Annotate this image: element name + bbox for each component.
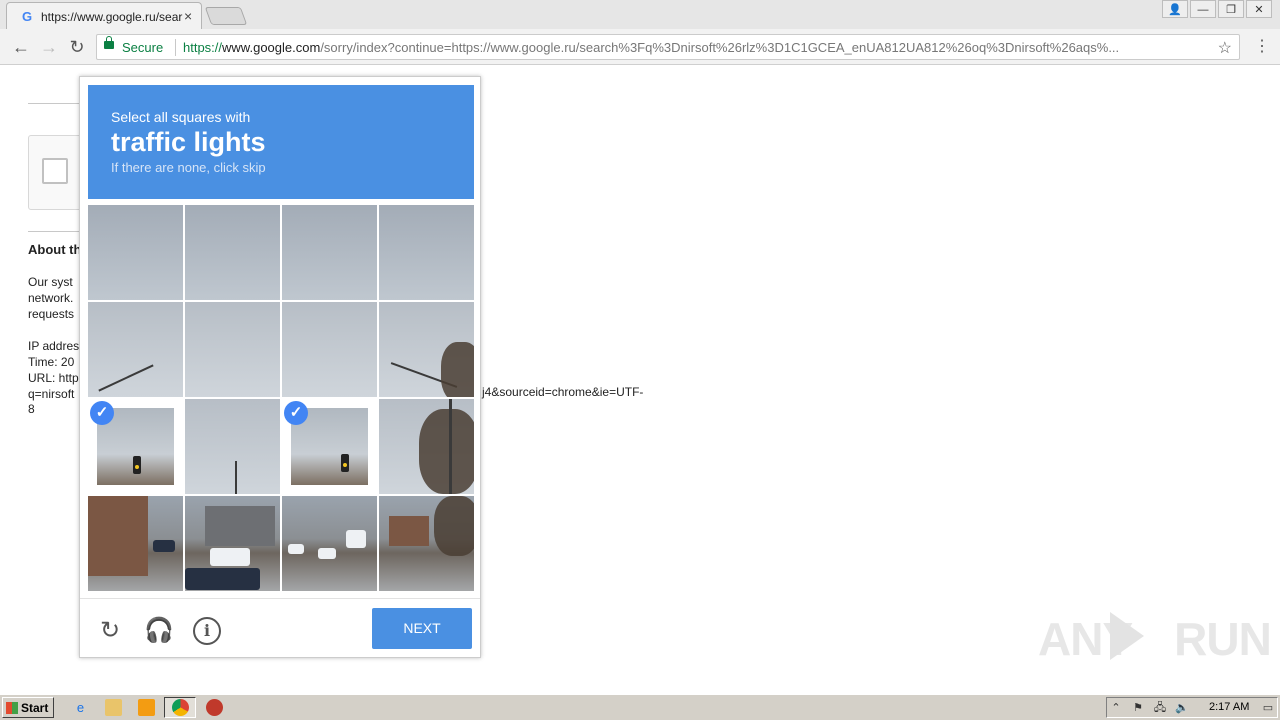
explorer-folder-icon[interactable] [105, 699, 122, 716]
car [185, 568, 260, 590]
streetlight-pole [98, 364, 154, 392]
car [288, 544, 304, 554]
captcha-tile-5[interactable] [88, 302, 183, 397]
captcha-tile-6[interactable] [185, 302, 280, 397]
streetlight-pole [235, 461, 237, 494]
tab-strip: G https://www.google.ru/sear × 👤 — ❐ ✕ [0, 0, 1280, 29]
about-heading: About th [28, 242, 82, 257]
captcha-tile-1[interactable] [88, 205, 183, 300]
start-button[interactable]: Start [2, 697, 54, 718]
forward-button[interactable]: → [38, 36, 60, 58]
captcha-tile-9-selected[interactable]: ✓ [88, 399, 183, 494]
url-tail-text: j4&sourceid=chrome&ie=UTF- [482, 385, 644, 399]
captcha-tile-10[interactable] [185, 399, 280, 494]
tree [434, 496, 474, 556]
show-hidden-icons-icon[interactable]: ⌃ [1109, 701, 1123, 715]
car [153, 540, 175, 552]
url-text[interactable]: https://www.google.com/sorry/index?conti… [183, 40, 1213, 55]
url-tail-end: 8 [28, 402, 35, 416]
url-path: /sorry/index?continue=https://www.google… [320, 40, 1120, 55]
captcha-hint: If there are none, click skip [111, 160, 266, 175]
lock-icon [104, 36, 114, 49]
car [346, 530, 366, 548]
profile-icon[interactable]: 👤 [1162, 0, 1188, 18]
tab-close-icon[interactable]: × [184, 8, 192, 24]
window-controls: 👤 — ❐ ✕ [1162, 0, 1272, 20]
building [88, 496, 148, 576]
pole [449, 399, 452, 494]
captcha-target: traffic lights [111, 127, 266, 157]
tab-title: https://www.google.ru/sear [41, 10, 183, 24]
tree [441, 342, 474, 397]
info-icon[interactable]: i [193, 617, 221, 645]
system-tray: ⌃ ⚑ 🖧 🔈 2:17 AM ▭ [1106, 697, 1278, 718]
building [205, 506, 275, 546]
volume-icon[interactable]: 🔈 [1175, 701, 1189, 715]
captcha-tile-15[interactable] [282, 496, 377, 591]
action-center-flag-icon[interactable]: ⚑ [1131, 701, 1145, 715]
grid-line [183, 205, 185, 591]
browser-menu-icon[interactable]: ⋮ [1254, 36, 1270, 56]
captcha-tile-14[interactable] [185, 496, 280, 591]
restore-button[interactable]: ❐ [1218, 0, 1244, 18]
reload-challenge-icon[interactable]: ↻ [96, 617, 124, 645]
google-favicon-icon: G [22, 9, 33, 24]
browser-toolbar: ← → ↻ Secure https://www.google.com/sorr… [0, 29, 1280, 65]
captcha-tile-4[interactable] [379, 205, 474, 300]
selected-check-icon: ✓ [90, 401, 114, 425]
watermark-right: RUN [1174, 613, 1272, 665]
windows-logo-icon [6, 702, 18, 714]
captcha-tile-3[interactable] [282, 205, 377, 300]
show-desktop-icon[interactable]: ▭ [1261, 701, 1275, 715]
chrome-taskbar-button[interactable] [164, 697, 196, 718]
next-button[interactable]: NEXT [372, 608, 472, 649]
captcha-grid: ✓ ✓ [88, 205, 474, 591]
network-icon[interactable]: 🖧 [1153, 701, 1167, 715]
url-host: www.google.com [222, 40, 321, 55]
captcha-tile-7[interactable] [282, 302, 377, 397]
opera-icon[interactable] [206, 699, 223, 716]
grid-line [280, 205, 282, 591]
start-label: Start [21, 701, 49, 715]
captcha-tile-11-selected[interactable]: ✓ [282, 399, 377, 494]
traffic-light-icon [133, 456, 141, 474]
car [210, 548, 250, 566]
captcha-tile-2[interactable] [185, 205, 280, 300]
media-player-icon[interactable] [138, 699, 155, 716]
captcha-header: Select all squares with traffic lights I… [88, 85, 474, 199]
separator [175, 39, 176, 56]
captcha-tile-12[interactable] [379, 399, 474, 494]
building [389, 516, 429, 546]
watermark-play-icon [1110, 612, 1144, 660]
taskbar: Start e ⌃ ⚑ 🖧 🔈 2:17 AM ▭ [0, 694, 1280, 720]
close-window-button[interactable]: ✕ [1246, 0, 1272, 18]
bookmark-star-icon[interactable]: ☆ [1218, 38, 1232, 58]
captcha-tile-13[interactable] [88, 496, 183, 591]
captcha-dialog: Select all squares with traffic lights I… [79, 76, 481, 658]
back-button[interactable]: ← [10, 36, 32, 58]
grid-line [377, 205, 379, 591]
anyrun-watermark: ANY RUN [1038, 612, 1272, 666]
recaptcha-checkbox[interactable] [42, 158, 68, 184]
chrome-icon [172, 699, 189, 716]
captcha-tile-8[interactable] [379, 302, 474, 397]
clock[interactable]: 2:17 AM [1209, 701, 1249, 713]
captcha-tile-16[interactable] [379, 496, 474, 591]
address-bar[interactable]: Secure https://www.google.com/sorry/inde… [96, 34, 1240, 60]
minimize-button[interactable]: — [1190, 0, 1216, 18]
tree [419, 409, 474, 494]
car [318, 548, 336, 559]
audio-challenge-icon[interactable]: 🎧 [144, 617, 174, 645]
captcha-instruction: Select all squares with [111, 109, 251, 125]
selected-check-icon: ✓ [284, 401, 308, 425]
captcha-footer: ↻ 🎧 i NEXT [80, 598, 480, 659]
traffic-light-icon [341, 454, 349, 472]
secure-label: Secure [122, 40, 164, 55]
new-tab-button[interactable] [204, 7, 248, 25]
browser-tab[interactable]: G https://www.google.ru/sear × [6, 2, 202, 29]
internet-explorer-icon[interactable]: e [72, 699, 89, 716]
url-scheme: https:// [183, 40, 223, 55]
reload-button[interactable]: ↻ [66, 36, 88, 58]
